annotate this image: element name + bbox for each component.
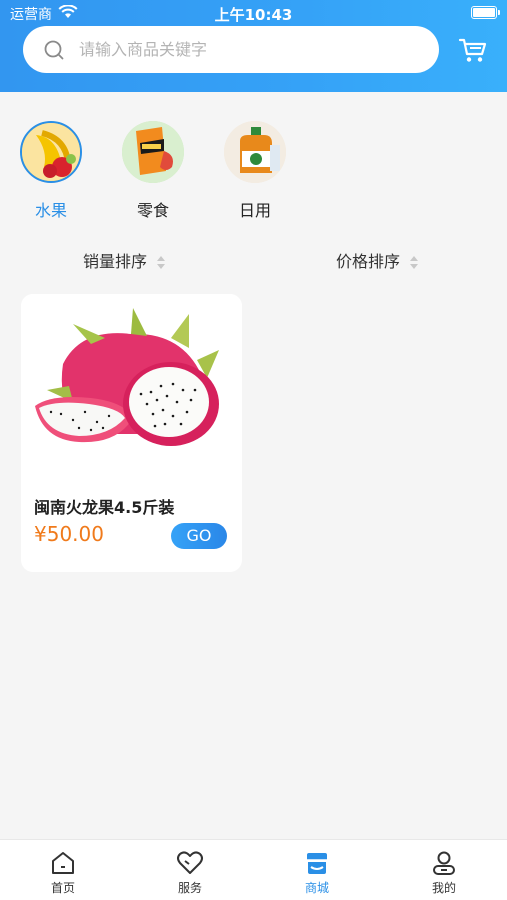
heart-icon: [177, 851, 203, 874]
category-label: 零食: [136, 201, 169, 220]
daily-goods-image: [224, 121, 286, 183]
tab-home[interactable]: 首页: [0, 840, 126, 900]
search-icon: [44, 40, 64, 60]
sort-bar: 销量排序 价格排序: [0, 248, 507, 274]
category-label: 日用: [238, 201, 271, 220]
product-name: 闽南火龙果4.5斤装: [34, 498, 175, 517]
sort-by-sales[interactable]: 销量排序: [83, 248, 166, 272]
snack-image: [122, 121, 184, 183]
sort-by-price[interactable]: 价格排序: [336, 248, 419, 272]
tab-label: 商城: [304, 881, 329, 895]
sort-label: 价格排序: [336, 252, 401, 271]
tab-label: 服务: [177, 881, 202, 895]
category-fruit[interactable]: 水果: [11, 118, 91, 221]
bottom-tab-bar: 首页 服务 商城 我的: [0, 839, 507, 900]
tab-service[interactable]: 服务: [127, 840, 253, 900]
sort-arrows-icon: [410, 255, 419, 271]
tab-shop[interactable]: 商城: [254, 840, 380, 900]
tab-mine[interactable]: 我的: [381, 840, 507, 900]
sort-arrows-icon: [157, 255, 166, 271]
home-icon: [52, 852, 74, 874]
user-icon: [433, 851, 455, 875]
shop-icon: [307, 853, 327, 874]
category-daily[interactable]: 日用: [215, 118, 295, 221]
cart-icon[interactable]: [458, 36, 488, 64]
category-list: 水果 零食 日用: [0, 118, 507, 228]
battery-icon: [471, 6, 500, 19]
product-price: ¥50.00: [34, 522, 104, 546]
header: 运营商 上午10:43: [0, 0, 507, 92]
status-time: 上午10:43: [214, 6, 293, 24]
tab-label: 首页: [50, 881, 75, 895]
product-card[interactable]: 闽南火龙果4.5斤装 ¥50.00 GO: [21, 294, 242, 572]
status-bar: 运营商 上午10:43: [0, 0, 507, 26]
category-label: 水果: [34, 201, 67, 220]
search-bar[interactable]: [23, 26, 439, 73]
go-button[interactable]: GO: [171, 523, 227, 549]
dragon-fruit-image: [21, 294, 242, 474]
fruit-image: [20, 121, 82, 183]
search-input[interactable]: [79, 26, 419, 73]
category-snack[interactable]: 零食: [113, 118, 193, 221]
tab-label: 我的: [431, 881, 456, 895]
sort-label: 销量排序: [83, 252, 148, 271]
